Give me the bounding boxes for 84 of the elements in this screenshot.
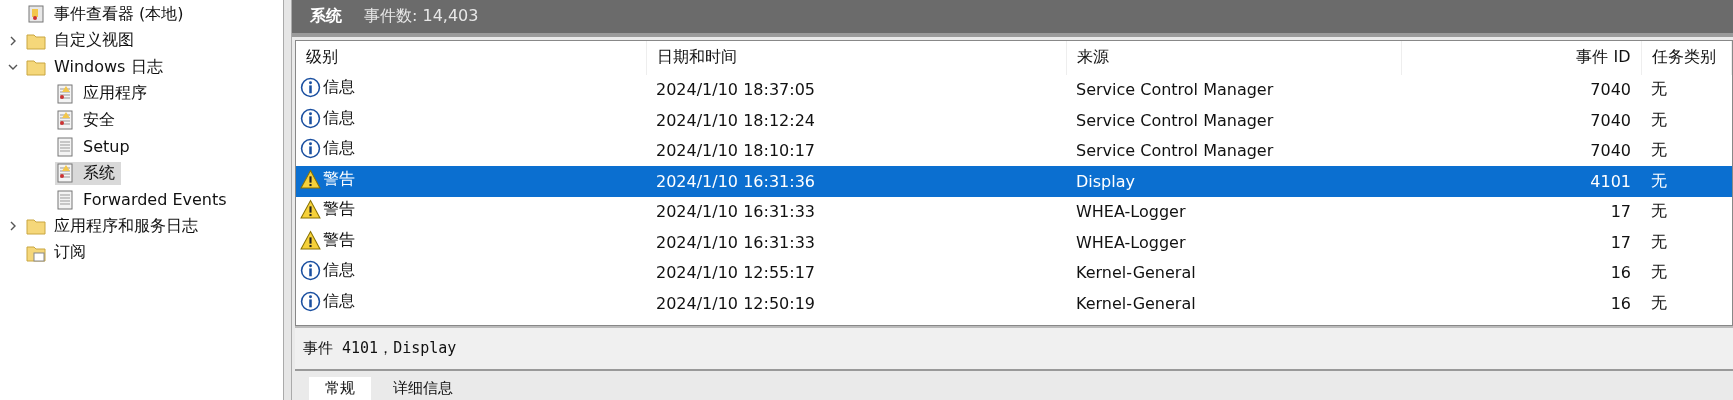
event-row[interactable]: 警告 2024/1/10 16:31:36 Display 4101 无: [296, 166, 1732, 197]
warning-icon: [300, 199, 321, 221]
source-text: Display: [1076, 171, 1135, 191]
event-viewer-icon: [26, 4, 46, 25]
task-category-text: 无: [1651, 292, 1667, 312]
log-icon: [55, 189, 75, 210]
task-category-text: 无: [1651, 231, 1667, 251]
level-text: 信息: [323, 290, 355, 312]
event-row[interactable]: 警告 2024/1/10 16:31:33 WHEA-Logger 17 无: [296, 196, 1732, 228]
event-id-text: 16: [1610, 263, 1631, 283]
event-count: 事件数: 14,403: [364, 5, 479, 27]
date-text: 2024/1/10 16:31:33: [656, 202, 815, 222]
source-text: Kernel-General: [1076, 293, 1196, 313]
event-row[interactable]: 信息 2024/1/10 12:50:19 Kernel-General 16 无: [296, 288, 1732, 319]
source-text: WHEA-Logger: [1076, 202, 1186, 222]
log-icon: [55, 163, 75, 184]
source-text: Service Control Manager: [1076, 110, 1274, 130]
event-id-text: 7040: [1590, 110, 1631, 130]
column-header[interactable]: 日期和时间: [646, 40, 1066, 75]
folder-icon: [26, 216, 46, 237]
level-text: 信息: [323, 77, 355, 99]
source-text: Kernel-General: [1076, 263, 1196, 283]
info-icon: [300, 260, 321, 282]
task-category-text: 无: [1651, 201, 1667, 221]
column-header[interactable]: 任务类别: [1641, 40, 1732, 75]
log-title: 系统: [310, 5, 342, 27]
event-row[interactable]: 信息 2024/1/10 18:10:17 Service Control Manager 7040 无: [296, 135, 1732, 167]
folder-icon: [26, 57, 46, 78]
event-row[interactable]: 信息 2024/1/10 12:55:17 Kernel-General 16 无: [296, 257, 1732, 289]
date-text: 2024/1/10 18:37:05: [656, 80, 815, 100]
tree-item[interactable]: Forwarded Events: [0, 186, 283, 213]
task-category-text: 无: [1651, 79, 1667, 99]
info-icon: [300, 138, 321, 160]
event-id-text: 17: [1610, 232, 1631, 252]
tree-item[interactable]: 系统: [0, 160, 283, 187]
date-text: 2024/1/10 12:50:19: [656, 293, 815, 313]
tree-item[interactable]: Setup: [0, 133, 283, 160]
date-text: 2024/1/10 12:55:17: [656, 263, 815, 283]
event-row[interactable]: 警告 2024/1/10 16:31:33 WHEA-Logger 17 无: [296, 227, 1732, 258]
level-text: 信息: [323, 107, 355, 129]
detail-tab[interactable]: 详细信息: [377, 377, 469, 400]
log-icon: [55, 136, 75, 157]
date-text: 2024/1/10 16:31:36: [656, 171, 815, 191]
level-text: 信息: [323, 260, 355, 282]
source-text: Service Control Manager: [1076, 141, 1274, 161]
level-text: 警告: [323, 199, 355, 221]
event-row[interactable]: 信息 2024/1/10 18:12:24 Service Control Manager 7040 无: [296, 105, 1732, 136]
warning-icon: [300, 168, 321, 190]
info-icon: [300, 77, 321, 99]
info-icon: [300, 107, 321, 129]
date-text: 2024/1/10 16:31:33: [656, 232, 815, 252]
task-category-text: 无: [1651, 109, 1667, 129]
date-text: 2024/1/10 18:10:17: [656, 141, 815, 161]
detail-tab[interactable]: 常规: [309, 377, 371, 400]
event-row[interactable]: 信息 2024/1/10 18:37:05 Service Control Manager 7040 无: [296, 74, 1732, 106]
tree-item[interactable]: 应用程序和服务日志: [0, 213, 283, 240]
task-category-text: 无: [1651, 262, 1667, 282]
tree-item[interactable]: 订阅: [0, 239, 283, 266]
tree-item[interactable]: 自定义视图: [0, 27, 283, 54]
column-header[interactable]: 事件 ID: [1401, 40, 1641, 75]
level-text: 信息: [323, 138, 355, 160]
level-text: 警告: [323, 229, 355, 251]
column-header[interactable]: 来源: [1066, 40, 1401, 75]
date-text: 2024/1/10 18:12:24: [656, 110, 815, 130]
event-id-text: 7040: [1590, 80, 1631, 100]
tree-item[interactable]: Windows 日志: [0, 54, 283, 81]
source-text: WHEA-Logger: [1076, 232, 1186, 252]
task-category-text: 无: [1651, 140, 1667, 160]
info-icon: [300, 290, 321, 312]
level-text: 警告: [323, 168, 355, 190]
event-id-text: 7040: [1590, 141, 1631, 161]
task-category-text: 无: [1651, 170, 1667, 190]
event-id-text: 17: [1610, 202, 1631, 222]
tree-item[interactable]: 安全: [0, 107, 283, 134]
tree-item[interactable]: 应用程序: [0, 80, 283, 107]
event-id-text: 16: [1610, 293, 1631, 313]
source-text: Service Control Manager: [1076, 80, 1274, 100]
warning-icon: [300, 229, 321, 251]
log-icon: [55, 110, 75, 131]
column-header[interactable]: 级别: [296, 40, 646, 75]
detail-title: 事件 4101，Display: [295, 328, 1733, 371]
event-id-text: 4101: [1590, 171, 1631, 191]
log-icon: [55, 83, 75, 104]
tree-item[interactable]: 事件查看器 (本地): [0, 1, 283, 28]
